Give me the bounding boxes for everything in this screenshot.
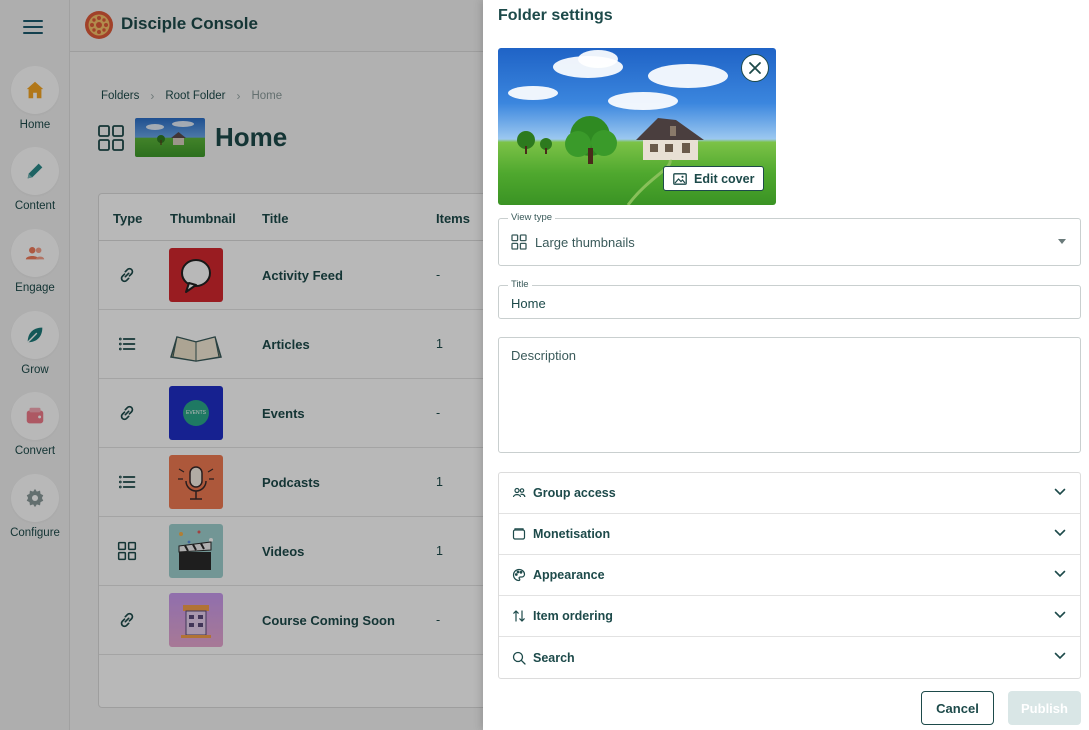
view-type-value: Large thumbnails [511, 234, 635, 250]
view-type-legend: View type [508, 212, 556, 223]
edit-cover-button[interactable]: Edit cover [663, 166, 765, 191]
section-label: Group access [533, 486, 616, 500]
section-label: Monetisation [533, 527, 611, 541]
palette-icon [512, 568, 526, 582]
sort-arrows-icon [512, 609, 526, 623]
section-monetisation[interactable]: Monetisation [499, 514, 1080, 555]
section-search[interactable]: Search [499, 637, 1080, 678]
chevron-down-icon [1054, 611, 1066, 619]
section-label: Search [533, 650, 575, 665]
view-type-select[interactable]: View type Large thumbnails [498, 212, 1081, 266]
settings-accordion: Group access Monetisation Appearance Ite… [498, 472, 1081, 679]
folder-settings-panel: Folder settings Edit cover View type Lar… [483, 0, 1089, 730]
section-label: Item ordering [533, 609, 613, 623]
grid-icon [511, 234, 527, 250]
section-group-access[interactable]: Group access [499, 473, 1080, 514]
close-button[interactable] [741, 54, 769, 82]
chevron-down-icon [1054, 570, 1066, 578]
chevron-down-icon [1054, 529, 1066, 537]
title-input-value: Home [511, 296, 546, 311]
search-icon [512, 651, 526, 665]
image-icon [673, 172, 687, 185]
description-placeholder: Description [511, 348, 577, 363]
title-field[interactable]: Title Home [498, 279, 1081, 319]
close-icon [749, 62, 761, 74]
panel-title: Folder settings [498, 7, 613, 24]
chevron-down-icon [1058, 239, 1066, 244]
chevron-down-icon [1054, 488, 1066, 496]
cover-image: Edit cover [498, 48, 776, 205]
modal-backdrop[interactable] [0, 0, 483, 730]
section-appearance[interactable]: Appearance [499, 555, 1080, 596]
view-type-label: Large thumbnails [535, 234, 635, 250]
description-textarea[interactable]: Description [498, 337, 1081, 453]
edit-cover-label: Edit cover [694, 171, 755, 186]
section-label: Appearance [533, 568, 605, 582]
chevron-down-icon [1054, 652, 1066, 660]
section-item-ordering[interactable]: Item ordering [499, 596, 1080, 637]
wallet-outline-icon [512, 527, 526, 541]
cancel-button[interactable]: Cancel [921, 691, 994, 725]
title-legend: Title [508, 279, 532, 290]
group-icon [512, 486, 526, 500]
publish-button[interactable]: Publish [1008, 691, 1081, 725]
